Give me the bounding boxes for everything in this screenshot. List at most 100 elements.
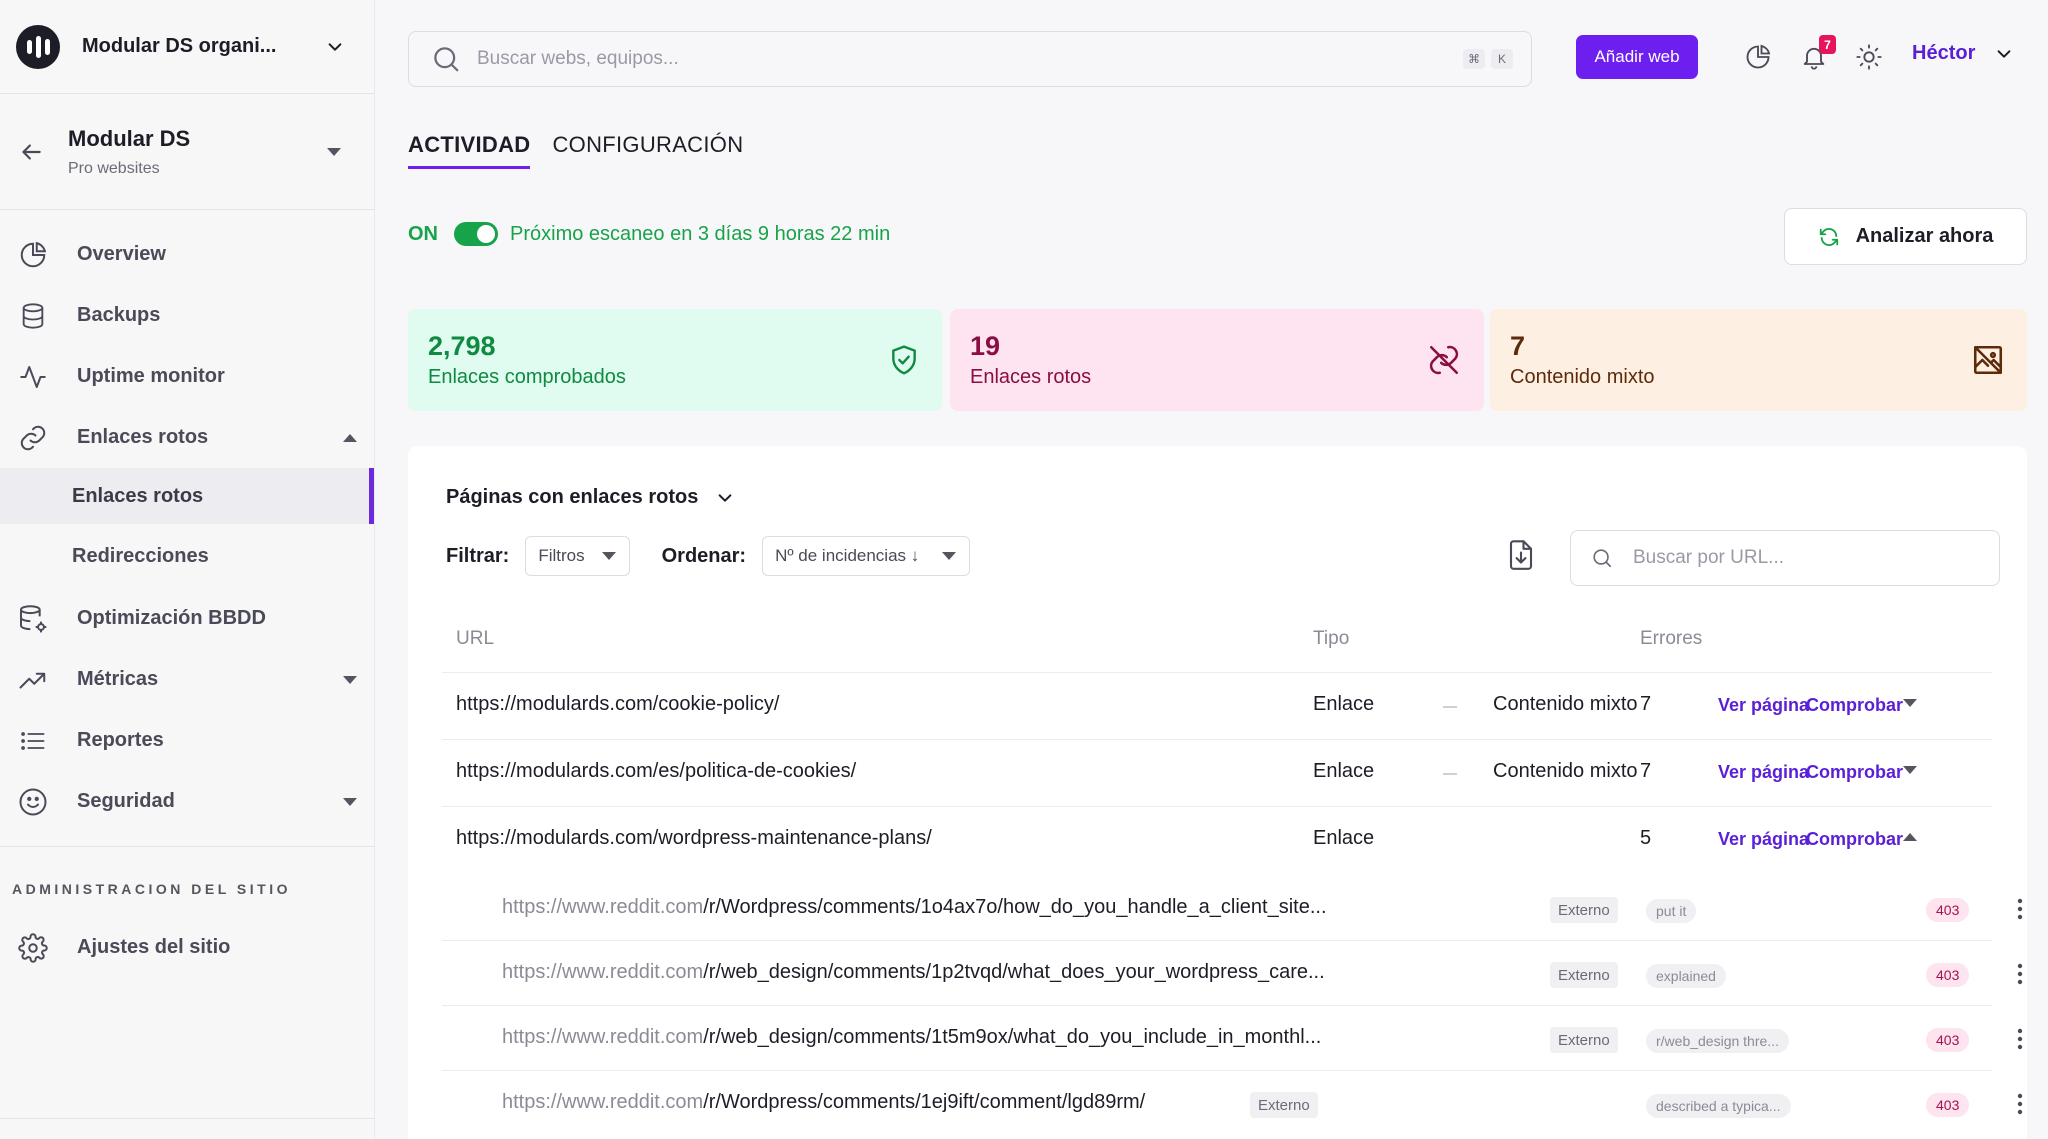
chevron-down-icon bbox=[328, 42, 342, 51]
row-errors: 5 bbox=[1640, 827, 1652, 849]
link-icon bbox=[16, 421, 50, 455]
filter-select[interactable]: Filtros bbox=[525, 536, 630, 576]
add-web-button[interactable]: Añadir web bbox=[1576, 35, 1698, 79]
row-url: https://modulards.com/es/politica-de-coo… bbox=[456, 760, 857, 782]
external-tag: Externo bbox=[1550, 1027, 1618, 1053]
col-header-url: URL bbox=[456, 628, 495, 649]
sidebar-item-reports[interactable]: Reportes bbox=[0, 710, 374, 771]
row-mixed: Contenido mixto bbox=[1493, 760, 1638, 782]
anchor-text-pill: put it bbox=[1646, 899, 1697, 923]
sidebar-item-metrics[interactable]: Métricas bbox=[0, 649, 374, 710]
view-page-link[interactable]: Ver página bbox=[1718, 762, 1809, 783]
caret-down-icon[interactable] bbox=[342, 674, 358, 686]
check-link[interactable]: Comprobar bbox=[1806, 829, 1903, 850]
caret-up-icon[interactable] bbox=[342, 432, 358, 444]
check-link[interactable]: Comprobar bbox=[1806, 695, 1903, 716]
search-icon bbox=[1593, 549, 1612, 568]
caret-down-icon[interactable] bbox=[326, 146, 342, 158]
more-options-icon[interactable] bbox=[2017, 1028, 2023, 1050]
sidebar-subitem-broken-links[interactable]: Enlaces rotos bbox=[0, 468, 374, 524]
sidebar-item-db-optimization[interactable]: Optimización BBDD bbox=[0, 588, 374, 649]
user-menu[interactable]: Héctor bbox=[1912, 42, 2013, 65]
sidebar-item-label: Ajustes del sitio bbox=[77, 936, 231, 958]
caret-up-icon[interactable] bbox=[1902, 831, 1918, 843]
sidebar-item-overview[interactable]: Overview bbox=[0, 224, 374, 285]
table-row: https://modulards.com/wordpress-maintena… bbox=[442, 806, 1992, 873]
tab-activity[interactable]: ACTIVIDAD bbox=[408, 132, 531, 169]
pie-chart-icon[interactable] bbox=[1741, 40, 1775, 74]
stat-card-checked: 2,798 Enlaces comprobados bbox=[408, 309, 942, 411]
sidebar-nav: Overview Backups Uptime monitor Enlaces … bbox=[0, 210, 374, 832]
row-url: https://modulards.com/wordpress-maintena… bbox=[456, 827, 932, 849]
row-url: https://modulards.com/cookie-policy/ bbox=[456, 693, 780, 715]
sidebar-item-broken-links[interactable]: Enlaces rotos bbox=[0, 407, 374, 468]
table-row: https://modulards.com/cookie-policy/ Enl… bbox=[442, 672, 1992, 739]
back-arrow-icon[interactable] bbox=[18, 139, 44, 165]
refresh-icon bbox=[1819, 227, 1838, 246]
caret-down-icon[interactable] bbox=[342, 796, 358, 808]
view-page-link[interactable]: Ver página bbox=[1718, 829, 1809, 850]
smile-icon bbox=[16, 785, 50, 819]
database-icon bbox=[16, 299, 50, 333]
sidebar-item-security[interactable]: Seguridad bbox=[0, 771, 374, 832]
sidebar-subitem-redirects[interactable]: Redirecciones bbox=[0, 528, 374, 584]
org-logo bbox=[16, 24, 60, 69]
sidebar-item-label: Overview bbox=[77, 243, 166, 265]
row-type: Enlace bbox=[1313, 693, 1375, 715]
analyze-now-label: Analizar ahora bbox=[1855, 225, 1994, 247]
next-scan-text: Próximo escaneo en 3 días 9 horas 22 min bbox=[510, 222, 891, 245]
export-button[interactable] bbox=[1506, 538, 1536, 572]
sidebar-item-site-settings[interactable]: Ajustes del sitio bbox=[0, 917, 374, 978]
url-search-input[interactable]: Buscar por URL... bbox=[1570, 530, 2000, 586]
database-settings-icon bbox=[16, 602, 50, 636]
notification-badge: 7 bbox=[1819, 35, 1836, 54]
stat-label: Enlaces comprobados bbox=[428, 366, 626, 388]
filter-label: Filtrar: bbox=[446, 544, 510, 567]
file-download-icon bbox=[1509, 540, 1533, 570]
more-options-icon[interactable] bbox=[2017, 1093, 2023, 1115]
chevron-down-icon bbox=[1997, 49, 2011, 58]
external-tag: Externo bbox=[1550, 962, 1618, 988]
analyze-now-button[interactable]: Analizar ahora bbox=[1784, 208, 2027, 265]
caret-down-icon[interactable] bbox=[1902, 764, 1918, 776]
sort-select[interactable]: Nº de incidencias ↓ bbox=[762, 536, 971, 576]
broken-link-item: https://www.reddit.com/r/Wordpress/comme… bbox=[442, 1071, 2023, 1136]
stat-card-broken: 19 Enlaces rotos bbox=[950, 309, 1484, 411]
stat-value: 19 bbox=[970, 331, 1001, 361]
sidebar-item-backups[interactable]: Backups bbox=[0, 285, 374, 346]
sidebar-item-label: Seguridad bbox=[77, 790, 175, 812]
anchor-text-pill: described a typica... bbox=[1646, 1094, 1791, 1118]
status-code-badge: 403 bbox=[1926, 1093, 1970, 1117]
row-type: Enlace bbox=[1313, 760, 1375, 782]
sun-icon[interactable] bbox=[1852, 40, 1886, 74]
broken-link-url[interactable]: https://www.reddit.com/r/web_design/comm… bbox=[502, 1026, 1321, 1049]
status-code-badge: 403 bbox=[1926, 1028, 1970, 1052]
anchor-text-pill: r/web_design thre... bbox=[1646, 1029, 1789, 1053]
col-header-errors: Errores bbox=[1640, 628, 1703, 649]
org-switcher[interactable]: Modular DS organi... bbox=[0, 0, 374, 94]
sidebar-item-uptime[interactable]: Uptime monitor bbox=[0, 346, 374, 407]
pie-chart-icon bbox=[16, 238, 50, 272]
view-page-link[interactable]: Ver página bbox=[1718, 695, 1809, 716]
global-search-input[interactable]: Buscar webs, equipos... ⌘ K bbox=[408, 31, 1532, 87]
broken-link-url[interactable]: https://www.reddit.com/r/Wordpress/comme… bbox=[502, 896, 1327, 919]
caret-down-icon[interactable] bbox=[1902, 697, 1918, 709]
table-row: https://modulards.com/es/politica-de-coo… bbox=[442, 739, 1992, 806]
check-link[interactable]: Comprobar bbox=[1806, 762, 1903, 783]
broken-link-url[interactable]: https://www.reddit.com/r/web_design/comm… bbox=[502, 961, 1325, 984]
sidebar-item-label: Optimización BBDD bbox=[77, 607, 266, 629]
scan-on-label: ON bbox=[408, 222, 438, 245]
site-switcher[interactable]: Modular DS Pro websites bbox=[0, 94, 374, 210]
more-options-icon[interactable] bbox=[2017, 898, 2023, 920]
caret-down-icon bbox=[601, 552, 616, 560]
gear-icon bbox=[16, 931, 50, 965]
chevron-down-icon bbox=[718, 493, 732, 502]
filter-value: Filtros bbox=[538, 546, 585, 565]
scan-status: ON Próximo escaneo en 3 días 9 horas 22 … bbox=[408, 222, 890, 246]
more-options-icon[interactable] bbox=[2017, 963, 2023, 985]
scan-toggle[interactable] bbox=[454, 222, 498, 246]
panel-title-dropdown[interactable]: Páginas con enlaces rotos bbox=[446, 486, 734, 509]
stat-label: Contenido mixto bbox=[1510, 366, 1655, 388]
broken-link-url[interactable]: https://www.reddit.com/r/Wordpress/comme… bbox=[502, 1091, 1145, 1114]
tab-configuration[interactable]: CONFIGURACIÓN bbox=[552, 132, 743, 169]
